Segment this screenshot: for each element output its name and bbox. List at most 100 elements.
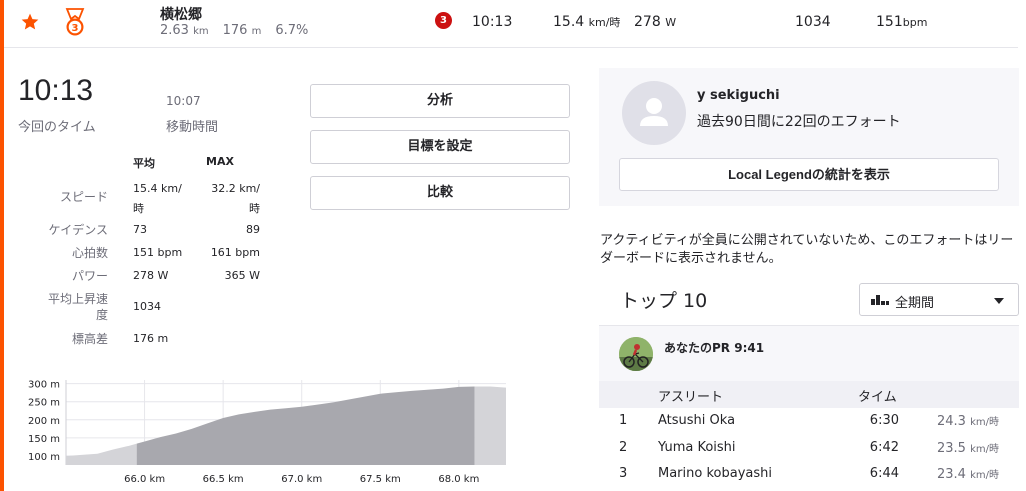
period-select-value: 全期間: [895, 296, 935, 311]
person-icon: [640, 98, 668, 126]
segment-name[interactable]: 横松郷: [160, 4, 202, 24]
row-speed: 15.4 km/時: [553, 14, 620, 30]
stat-avg-cadence: 73: [133, 223, 147, 236]
rank-badge: 3: [435, 12, 452, 29]
leaderboard-athlete-link[interactable]: Marino kobayashi: [658, 466, 772, 481]
stats-col-max: MAX: [206, 155, 234, 168]
x-tick-label: 66.5 km: [203, 474, 244, 485]
stat-label-speed: スピード: [59, 190, 108, 204]
x-tick-label: 67.5 km: [360, 474, 401, 485]
leaderboard-row[interactable]: 2 Yuma Koishi 6:42 23.5 km/時: [599, 435, 1019, 462]
stat-label-elevation: 標高差: [71, 332, 108, 346]
leaderboard-speed-value: 23.4: [937, 467, 966, 482]
leaderboard-rank: 3: [619, 466, 628, 481]
row-time: 10:13: [472, 14, 513, 30]
local-legend-stats-button[interactable]: Local Legendの統計を表示: [619, 158, 999, 191]
stat-avg-power: 278 W: [133, 269, 169, 282]
y-tick-label: 150 m: [28, 434, 60, 445]
leaderboard-title: トップ 10: [620, 290, 708, 312]
leaderboard-time: 6:44: [869, 466, 899, 481]
segment-elevation: 176: [222, 23, 248, 38]
personal-record-text: あなたのPR 9:41: [664, 341, 765, 355]
bar-chart-icon: [871, 295, 889, 305]
segment-distance: 2.63: [160, 23, 189, 38]
leaderboard-time: 6:42: [869, 440, 899, 455]
stat-avg-speed-line2: 時: [133, 202, 144, 215]
local-legend-subtitle: 過去90日間に22回のエフォート: [697, 114, 901, 130]
leaderboard-speed-unit: km/時: [970, 417, 999, 428]
avatar[interactable]: [622, 81, 686, 145]
medal-number: 3: [72, 23, 79, 34]
row-power-unit: W: [665, 16, 677, 29]
set-goal-button[interactable]: 目標を設定: [310, 130, 570, 164]
personal-record-row: あなたのPR 9:41: [599, 325, 1019, 381]
moving-time-label: 移動時間: [166, 120, 219, 135]
leaderboard-row[interactable]: 3 Marino kobayashi 6:44 23.4 km/時: [599, 461, 1019, 488]
leaderboard-time: 6:30: [869, 413, 899, 428]
row-speed-unit: km/時: [588, 16, 621, 29]
leaderboard-athlete-link[interactable]: Yuma Koishi: [658, 440, 736, 455]
elevation-area-before: [66, 443, 137, 465]
leaderboard-col-time: タイム: [858, 390, 897, 405]
selection-accent-bar: [0, 0, 4, 491]
y-tick-label: 100 m: [28, 452, 60, 463]
elevation-area-segment: [136, 386, 475, 465]
row-heartrate-unit: bpm: [902, 16, 928, 29]
elapsed-time: 10:13: [18, 74, 94, 107]
segment-effort-page: 3 横松郷 2.63 km 176 m 6.7% 3 10:13 15.4 km/時…: [0, 0, 1026, 491]
leaderboard-rank: 2: [619, 440, 628, 455]
analysis-button[interactable]: 分析: [310, 84, 570, 118]
stat-avg-heartrate: 151 bpm: [133, 246, 183, 259]
star-icon[interactable]: [20, 12, 40, 32]
stat-label-heartrate: 心拍数: [71, 246, 108, 260]
stat-max-heartrate: 161 bpm: [210, 246, 260, 259]
elapsed-time-label: 今回のタイム: [18, 120, 96, 135]
stat-max-speed-line1: 32.2 km/: [211, 182, 260, 195]
stat-avg-elevation: 176 m: [133, 332, 169, 345]
stat-max-power: 365 W: [224, 269, 260, 282]
row-power: 278 W: [634, 14, 676, 30]
local-legend-name[interactable]: y sekiguchi: [697, 88, 780, 103]
stat-label-vam-line1: 平均上昇速: [47, 292, 108, 306]
y-tick-label: 300 m: [28, 380, 60, 391]
y-tick-label: 200 m: [28, 416, 60, 427]
user-avatar[interactable]: [619, 337, 653, 371]
row-speed-value: 15.4: [553, 14, 585, 30]
leaderboard-speed: 23.5 km/時: [937, 440, 999, 456]
y-tick-label: 250 m: [28, 398, 60, 409]
elevation-chart[interactable]: 100 m 150 m 200 m 250 m 300 m 66.0 km 66.5 km 6…: [18, 372, 513, 491]
stat-max-speed-line2: 時: [249, 202, 260, 215]
leaderboard-col-athlete: アスリート: [658, 390, 724, 405]
moving-time: 10:07: [166, 94, 201, 108]
medal-icon: 3: [65, 8, 85, 36]
leaderboard-speed: 23.4 km/時: [937, 466, 999, 482]
leaderboard-row[interactable]: 1 Atsushi Oka 6:30 24.3 km/時: [599, 408, 1019, 435]
segment-row[interactable]: 3 横松郷 2.63 km 176 m 6.7% 3 10:13 15.4 km/時…: [4, 0, 1018, 48]
period-select[interactable]: 全期間: [859, 283, 1019, 316]
cyclist-photo-icon: [619, 337, 653, 371]
leaderboard-speed-unit: km/時: [970, 444, 999, 455]
leaderboard-speed: 24.3 km/時: [937, 413, 999, 429]
stat-label-vam: 平均上昇速 度: [28, 291, 108, 323]
x-tick-label: 68.0 km: [438, 474, 479, 485]
row-power-value: 278: [634, 14, 661, 30]
stat-avg-speed: 15.4 km/ 時: [133, 179, 182, 219]
leaderboard-speed-value: 24.3: [937, 414, 966, 429]
stat-avg-speed-line1: 15.4 km/: [133, 182, 182, 195]
x-tick-label: 67.0 km: [281, 474, 322, 485]
compare-button[interactable]: 比較: [310, 176, 570, 210]
stat-label-power: パワー: [71, 269, 108, 283]
leaderboard-athlete-link[interactable]: Atsushi Oka: [658, 413, 735, 428]
segment-grade: 6.7%: [275, 23, 309, 38]
stat-label-vam-line2: 度: [95, 308, 108, 322]
leaderboard-rank: 1: [619, 413, 628, 428]
x-tick-label: 66.0 km: [124, 474, 165, 485]
stat-max-cadence: 89: [246, 223, 260, 236]
chevron-down-icon: [994, 298, 1004, 304]
segment-elevation-unit: m: [251, 26, 262, 37]
leaderboard-notice: アクティビティが全員に公開されていないため、このエフォートはリーダーボードに表示…: [600, 233, 1014, 266]
stats-col-avg: 平均: [133, 157, 155, 170]
leaderboard-header: アスリート タイム: [599, 381, 1019, 408]
elevation-area-after: [474, 386, 506, 465]
row-vam: 1034: [795, 14, 831, 30]
